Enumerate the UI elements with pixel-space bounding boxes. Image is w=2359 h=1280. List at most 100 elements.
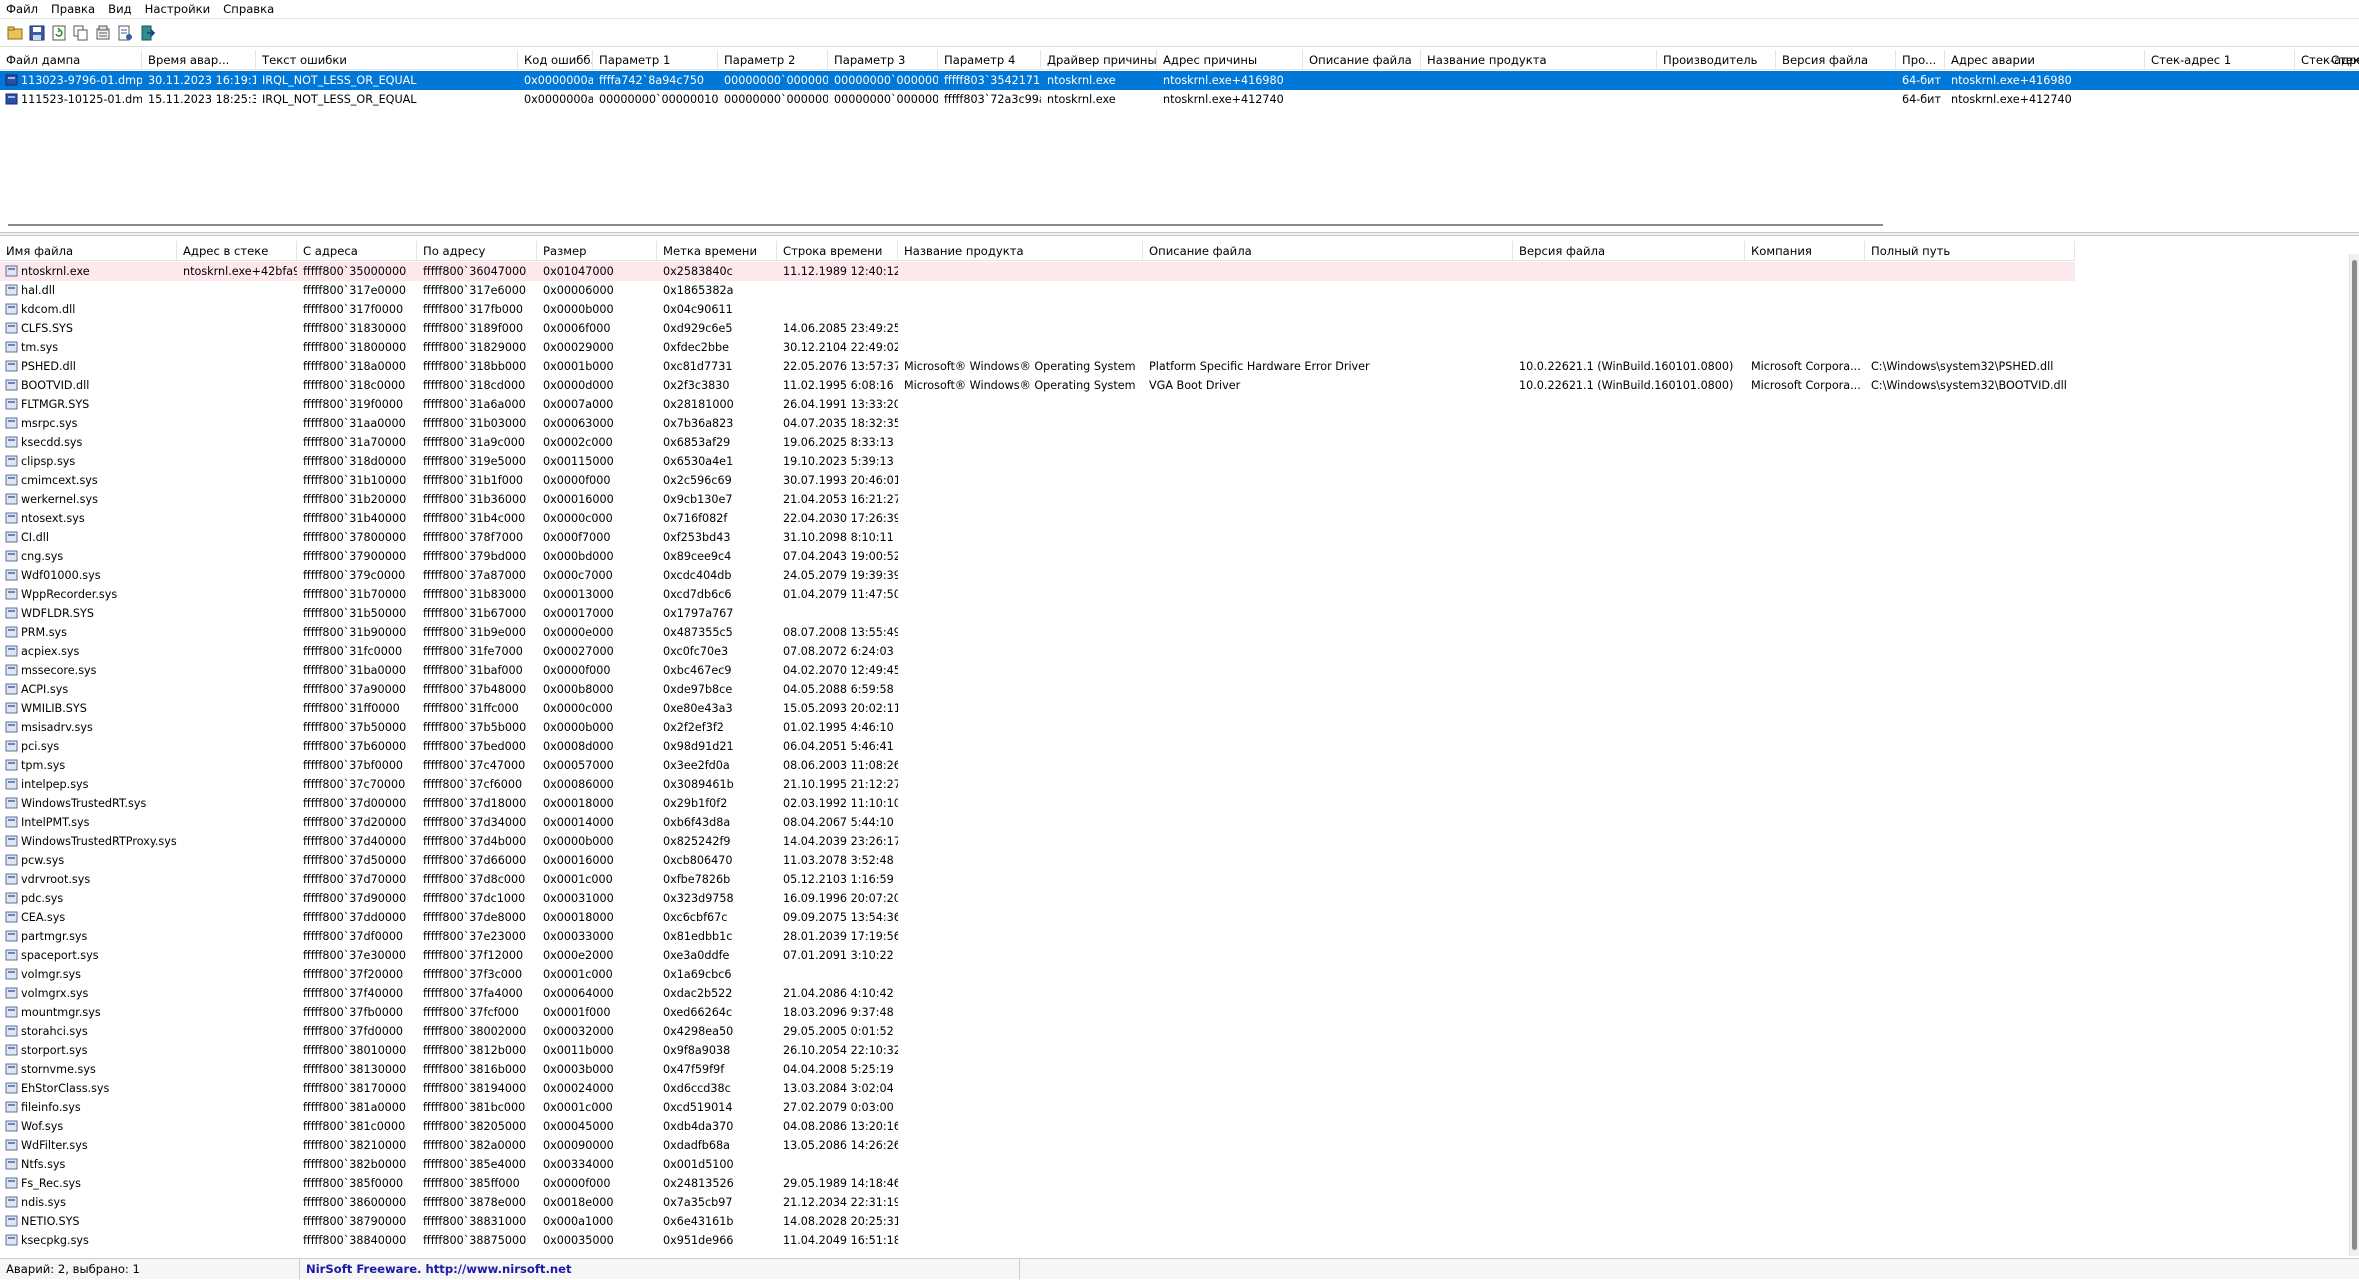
menu-settings[interactable]: Настройки [139,0,217,19]
module-row[interactable]: msisadrv.sys fffff800`37b50000 fffff800`37… [0,718,2359,737]
module-row[interactable]: Fs_Rec.sys fffff800`385f0000 fffff800`385f… [0,1174,2359,1193]
module-row[interactable]: WDFLDR.SYS fffff800`31b50000 fffff800`31b6… [0,604,2359,623]
module-row[interactable]: tpm.sys fffff800`37bf0000 fffff800`37c4700… [0,756,2359,775]
module-row[interactable]: ksecpkg.sys fffff800`38840000 fffff800`388… [0,1231,2359,1250]
top-column-header[interactable]: Файл дампа [0,50,142,70]
menu-view[interactable]: Вид [102,0,139,19]
module-row[interactable]: clipsp.sys fffff800`318d0000 fffff800`319e… [0,452,2359,471]
module-row[interactable]: ndis.sys fffff800`38600000 fffff800`3878e0… [0,1193,2359,1212]
module-row[interactable]: stornvme.sys fffff800`38130000 fffff800`38… [0,1060,2359,1079]
bottom-column-header[interactable]: Версия файла [1513,241,1745,261]
top-column-header[interactable]: Название продукта [1421,50,1657,70]
top-column-header[interactable]: Параметр 1 [593,50,718,70]
module-row[interactable]: BOOTVID.dll fffff800`318c0000 fffff800`318… [0,376,2359,395]
module-row[interactable]: WppRecorder.sys fffff800`31b70000 fffff800… [0,585,2359,604]
module-row[interactable]: WindowsTrustedRTProxy.sys fffff800`37d400… [0,832,2359,851]
module-row[interactable]: PRM.sys fffff800`31b90000 fffff800`31b9e00… [0,623,2359,642]
module-row[interactable]: hal.dll fffff800`317e0000 fffff800`317e600… [0,281,2359,300]
save-icon[interactable] [28,24,46,42]
exit-icon[interactable] [138,24,156,42]
module-row[interactable]: mssecore.sys fffff800`31ba0000 fffff800`31… [0,661,2359,680]
module-row[interactable]: fileinfo.sys fffff800`381a0000 fffff800`38… [0,1098,2359,1117]
bottom-column-header[interactable]: Метка времени [657,241,777,261]
bottom-column-header[interactable]: Размер [537,241,657,261]
top-column-header[interactable]: Описание файла [1303,50,1421,70]
bottom-column-header[interactable]: С адреса [297,241,417,261]
top-column-header[interactable]: Драйвер причины [1041,50,1157,70]
module-row[interactable]: ACPI.sys fffff800`37a90000 fffff800`37b480… [0,680,2359,699]
module-row[interactable]: storport.sys fffff800`38010000 fffff800`38… [0,1041,2359,1060]
folder-open-icon[interactable] [6,24,24,42]
module-row[interactable]: CEA.sys fffff800`37dd0000 fffff800`37de800… [0,908,2359,927]
top-column-header[interactable]: Стек-адрес 1 [2145,50,2295,70]
top-column-header[interactable]: Текст ошибки [256,50,518,70]
module-row[interactable]: intelpep.sys fffff800`37c70000 fffff800`37… [0,775,2359,794]
module-row[interactable]: ntoskrnl.exe ntoskrnl.exe+42bfa9 fffff800`… [0,262,2075,281]
module-row[interactable]: WindowsTrustedRT.sys fffff800`37d00000 fff… [0,794,2359,813]
top-column-header[interactable]: Код ошибб... [518,50,593,70]
menu-file[interactable]: Файл [0,0,45,19]
top-column-header[interactable]: Параметр 4 [938,50,1041,70]
crash-row[interactable]: 113023-9796-01.dmp 30.11.2023 16:19:11 IRQ… [0,71,2359,90]
copy-icon[interactable] [72,24,90,42]
refresh-icon[interactable] [50,24,68,42]
module-row[interactable]: NETIO.SYS fffff800`38790000 fffff800`38831… [0,1212,2359,1231]
module-row[interactable]: ntosext.sys fffff800`31b40000 fffff800`31b… [0,509,2359,528]
module-row[interactable]: msrpc.sys fffff800`31aa0000 fffff800`31b03… [0,414,2359,433]
module-row[interactable]: FLTMGR.SYS fffff800`319f0000 fffff800`31a6… [0,395,2359,414]
nirsoft-link[interactable]: NirSoft Freeware. http://www.nirsoft.net [300,1258,1020,1280]
module-row[interactable]: ksecdd.sys fffff800`31a70000 fffff800`31a9… [0,433,2359,452]
module-row[interactable]: pdc.sys fffff800`37d90000 fffff800`37dc100… [0,889,2359,908]
menu-edit[interactable]: Правка [45,0,102,19]
module-row[interactable]: pcw.sys fffff800`37d50000 fffff800`37d6600… [0,851,2359,870]
top-column-header[interactable]: Про... [1896,50,1945,70]
module-row[interactable]: Wof.sys fffff800`381c0000 fffff800`3820500… [0,1117,2359,1136]
module-row[interactable]: PSHED.dll fffff800`318a0000 fffff800`318bb… [0,357,2359,376]
module-row[interactable]: cmimcext.sys fffff800`31b10000 fffff800`31… [0,471,2359,490]
bottom-column-header[interactable]: Полный путь [1865,241,2075,261]
module-row[interactable]: WdFilter.sys fffff800`38210000 fffff800`38… [0,1136,2359,1155]
module-row[interactable]: storahci.sys fffff800`37fd0000 fffff800`38… [0,1022,2359,1041]
module-row[interactable]: kdcom.dll fffff800`317f0000 fffff800`317fb… [0,300,2359,319]
vertical-scrollbar[interactable] [2349,254,2359,1256]
pane-splitter[interactable] [0,232,2359,236]
module-row[interactable]: Ntfs.sys fffff800`382b0000 fffff800`385e40… [0,1155,2359,1174]
module-row[interactable]: vdrvroot.sys fffff800`37d70000 fffff800`37… [0,870,2359,889]
module-row[interactable]: EhStorClass.sys fffff800`38170000 fffff800… [0,1079,2359,1098]
scroll-thumb[interactable] [2352,260,2357,1250]
report-icon[interactable] [116,24,134,42]
top-column-header[interactable]: Версия файла [1776,50,1896,70]
module-row[interactable]: spaceport.sys fffff800`37e30000 fffff800`3… [0,946,2359,965]
top-column-header[interactable]: Адрес причины [1157,50,1303,70]
top-column-header[interactable]: Параметр 3 [828,50,938,70]
module-row[interactable]: volmgrx.sys fffff800`37f40000 fffff800`37f… [0,984,2359,1003]
bottom-column-header[interactable]: Компания [1745,241,1865,261]
bottom-column-header[interactable]: По адресу [417,241,537,261]
top-column-header[interactable]: Параметр 2 [718,50,828,70]
top-column-header[interactable]: Производитель [1657,50,1776,70]
module-row[interactable]: IntelPMT.sys fffff800`37d20000 fffff800`37… [0,813,2359,832]
menu-help[interactable]: Справка [217,0,281,19]
crash-row[interactable]: 111523-10125-01.dmp 15.11.2023 18:25:32 IR… [0,90,2359,109]
module-row[interactable]: mountmgr.sys fffff800`37fb0000 fffff800`37… [0,1003,2359,1022]
module-row[interactable]: pci.sys fffff800`37b60000 fffff800`37bed00… [0,737,2359,756]
module-row[interactable]: cng.sys fffff800`37900000 fffff800`379bd00… [0,547,2359,566]
module-row[interactable]: acpiex.sys fffff800`31fc0000 fffff800`31fe… [0,642,2359,661]
bottom-column-header[interactable]: Имя файла [0,241,177,261]
module-row[interactable]: werkernel.sys fffff800`31b20000 fffff800`3… [0,490,2359,509]
module-row[interactable]: CLFS.SYS fffff800`31830000 fffff800`3189f0… [0,319,2359,338]
bottom-column-header[interactable]: Строка времени [777,241,898,261]
properties-icon[interactable] [94,24,112,42]
bottom-column-header[interactable]: Название продукта [898,241,1143,261]
module-row[interactable]: volmgr.sys fffff800`37f20000 fffff800`37f3… [0,965,2359,984]
top-column-header[interactable]: Адрес аварии [1945,50,2145,70]
module-row[interactable]: tm.sys fffff800`31800000 fffff800`31829000… [0,338,2359,357]
module-row[interactable]: partmgr.sys fffff800`37df0000 fffff800`37e… [0,927,2359,946]
bottom-column-header[interactable]: Описание файла [1143,241,1513,261]
horizontal-scrollbar[interactable] [0,221,1883,229]
top-column-header[interactable]: Стек- [2325,50,2359,70]
module-row[interactable]: WMILIB.SYS fffff800`31ff0000 fffff800`31ff… [0,699,2359,718]
module-row[interactable]: CI.dll fffff800`37800000 fffff800`378f7000… [0,528,2359,547]
bottom-column-header[interactable]: Адрес в стеке [177,241,297,261]
module-row[interactable]: Wdf01000.sys fffff800`379c0000 fffff800`37… [0,566,2359,585]
